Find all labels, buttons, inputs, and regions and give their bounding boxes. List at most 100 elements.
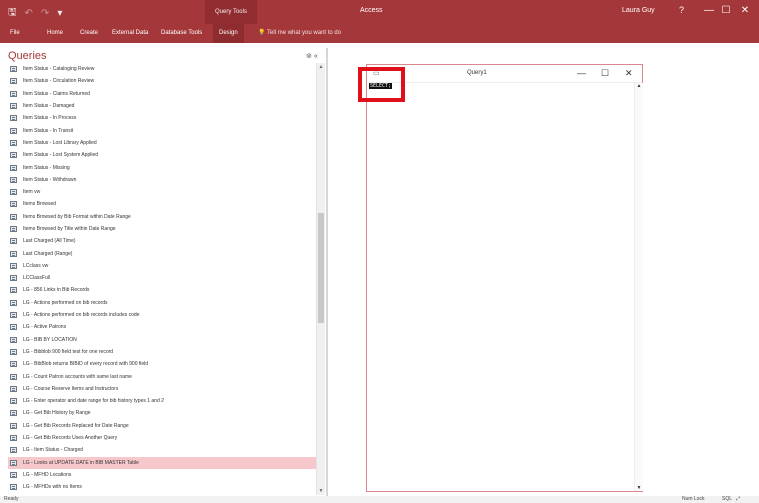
- customize-qat-icon[interactable]: ▾: [57, 8, 62, 19]
- list-item[interactable]: LG - Bibblob 900 field test for one reco…: [8, 346, 316, 358]
- list-item-label: Item Status - Circulation Review: [23, 78, 95, 85]
- list-item[interactable]: Item Status - In Process: [8, 112, 316, 124]
- query-minimize-button[interactable]: —: [577, 68, 586, 78]
- list-item-label: Item Status - In Transit: [23, 127, 74, 134]
- query-icon: [10, 226, 17, 232]
- query-icon: [10, 471, 17, 478]
- close-button[interactable]: ✕: [736, 3, 754, 19]
- sql-editor[interactable]: SELECT;: [368, 83, 635, 491]
- query-icon: [10, 447, 17, 454]
- sql-scroll-down-icon[interactable]: ▼: [635, 485, 643, 491]
- scroll-up-icon[interactable]: ▲: [317, 63, 325, 71]
- list-item-label: LG - Enter operator and date range for b…: [23, 398, 164, 405]
- list-item-label: LG - Active Patrons: [23, 324, 67, 331]
- list-item-label: Item Status - Damaged: [23, 103, 75, 110]
- query-icon: [10, 373, 17, 380]
- user-name[interactable]: Laura Guy: [622, 7, 655, 14]
- list-item-label: LG - Looks at UPDATE DATE in BIB MASTER …: [23, 459, 139, 466]
- list-item[interactable]: LG - Get Bib History by Range: [8, 407, 316, 419]
- list-item[interactable]: Item Status - Claims Returned: [8, 88, 316, 100]
- list-item[interactable]: LG - Looks at UPDATE DATE in BIB MASTER …: [8, 456, 316, 469]
- list-item[interactable]: Item Status - Withdrawn: [8, 174, 316, 186]
- tell-me-text: Tell me what you want to do: [267, 30, 342, 36]
- design-view-icon[interactable]: ⤢: [736, 496, 740, 502]
- nav-scrollbar[interactable]: ▲ ▼: [316, 63, 325, 495]
- search-icon[interactable]: ⊚: [306, 53, 312, 60]
- list-item[interactable]: LG - BibBlob returns BIBID of every reco…: [8, 358, 316, 370]
- save-icon[interactable]: 🖫: [8, 5, 17, 22]
- list-item[interactable]: Item vw: [8, 186, 316, 198]
- redo-icon[interactable]: ↷: [41, 8, 49, 19]
- list-item-label: LG - BIB BY LOCATION: [23, 336, 77, 343]
- list-item[interactable]: Items Browsed by Bib Format within Date …: [8, 211, 316, 223]
- query-icon: [10, 201, 17, 208]
- list-item[interactable]: LG - Item Status - Charged: [8, 444, 316, 456]
- tab-create[interactable]: Create: [80, 24, 98, 43]
- list-item-label: Item Status - Lost System Applied: [23, 152, 99, 159]
- list-item[interactable]: Items Browsed: [8, 198, 316, 210]
- list-item[interactable]: Item Status - In Transit: [8, 124, 316, 136]
- scroll-thumb[interactable]: [318, 213, 324, 323]
- list-item[interactable]: Item Status - Cataloging Review: [8, 63, 316, 75]
- list-item[interactable]: LG - Actions performed on bib records in…: [8, 309, 316, 321]
- list-item[interactable]: LG - BIB BY LOCATION: [8, 334, 316, 346]
- list-item-label: LG - Actions performed on bib records in…: [23, 312, 140, 319]
- query-icon: [10, 484, 17, 491]
- tab-design[interactable]: Design: [213, 24, 244, 43]
- list-item-label: LG - 856 Links in Bib Records: [23, 287, 90, 294]
- list-item[interactable]: LCClassFull: [8, 272, 316, 284]
- list-item[interactable]: LG - Course Reserve Items and Instructor…: [8, 383, 316, 395]
- query-icon: [10, 324, 17, 331]
- list-item[interactable]: LG - Actions performed on bib records: [8, 297, 316, 309]
- list-item-label: Item Status - Lost Library Applied: [23, 139, 97, 146]
- tab-database-tools[interactable]: Database Tools: [161, 24, 202, 43]
- list-item[interactable]: LG - Count Patron accounts with same las…: [8, 370, 316, 382]
- list-item[interactable]: Item Status - Damaged: [8, 100, 316, 112]
- list-item[interactable]: Item Status - Lost System Applied: [8, 149, 316, 161]
- query-maximize-button[interactable]: ☐: [601, 68, 609, 79]
- sql-scroll-up-icon[interactable]: ▲: [635, 83, 643, 89]
- pane-splitter[interactable]: [326, 48, 328, 496]
- scroll-down-icon[interactable]: ▼: [317, 487, 325, 495]
- tab-home[interactable]: Home: [47, 24, 63, 43]
- query-icon: [10, 348, 17, 355]
- tab-external-data[interactable]: External Data: [112, 24, 148, 43]
- list-item[interactable]: Item Status - Lost Library Applied: [8, 137, 316, 149]
- list-item[interactable]: LG - 856 Links in Bib Records: [8, 284, 316, 296]
- list-item[interactable]: Last Charged (Range): [8, 247, 316, 259]
- list-item[interactable]: LG - Get Bib Records Uses Another Query: [8, 432, 316, 444]
- list-item[interactable]: LG - Active Patrons: [8, 321, 316, 333]
- query-icon: [10, 250, 17, 257]
- tell-me-box[interactable]: 💡 Tell me what you want to do: [258, 24, 341, 43]
- query-icon: [10, 287, 17, 294]
- query-icon: [10, 410, 17, 417]
- sql-scrollbar[interactable]: ▲ ▼: [634, 83, 643, 491]
- list-item[interactable]: Items Browsed by Title within Date Range: [8, 223, 316, 235]
- query-icon: [10, 90, 17, 97]
- list-item[interactable]: Last Charged (All Time): [8, 235, 316, 247]
- collapse-icon[interactable]: «: [314, 53, 318, 60]
- query-icon: [10, 385, 17, 392]
- list-item-label: LG - Get Bib Records Replaced for Date R…: [23, 422, 129, 429]
- sql-view-icon[interactable]: SQL: [722, 496, 732, 502]
- help-icon[interactable]: ?: [679, 5, 684, 15]
- undo-icon[interactable]: ↶: [25, 8, 33, 19]
- query-icon: [10, 459, 17, 466]
- nav-pane-header[interactable]: Queries: [8, 50, 47, 62]
- query-close-button[interactable]: ✕: [625, 68, 633, 79]
- list-item[interactable]: Item Status - Circulation Review: [8, 75, 316, 87]
- list-item[interactable]: LG - Enter operator and date range for b…: [8, 395, 316, 407]
- list-item-label: LG - Item Status - Charged: [23, 447, 84, 454]
- maximize-button[interactable]: ☐: [717, 3, 735, 19]
- list-item[interactable]: LG - MFHDs with no Items: [8, 481, 316, 493]
- query-window-titlebar[interactable]: ▭ Query1 — ☐ ✕: [367, 65, 642, 83]
- list-item[interactable]: Item Status - Missing: [8, 161, 316, 173]
- list-item[interactable]: LG - Get Bib Records Replaced for Date R…: [8, 420, 316, 432]
- query-icon: [10, 398, 17, 405]
- minimize-button[interactable]: —: [700, 3, 718, 19]
- list-item[interactable]: LCclass vw: [8, 260, 316, 272]
- view-buttons: SQL ⤢: [722, 496, 740, 502]
- status-ready: Ready: [4, 496, 19, 502]
- tab-file[interactable]: File: [10, 24, 20, 43]
- list-item[interactable]: LG - MFHD Locations: [8, 469, 316, 481]
